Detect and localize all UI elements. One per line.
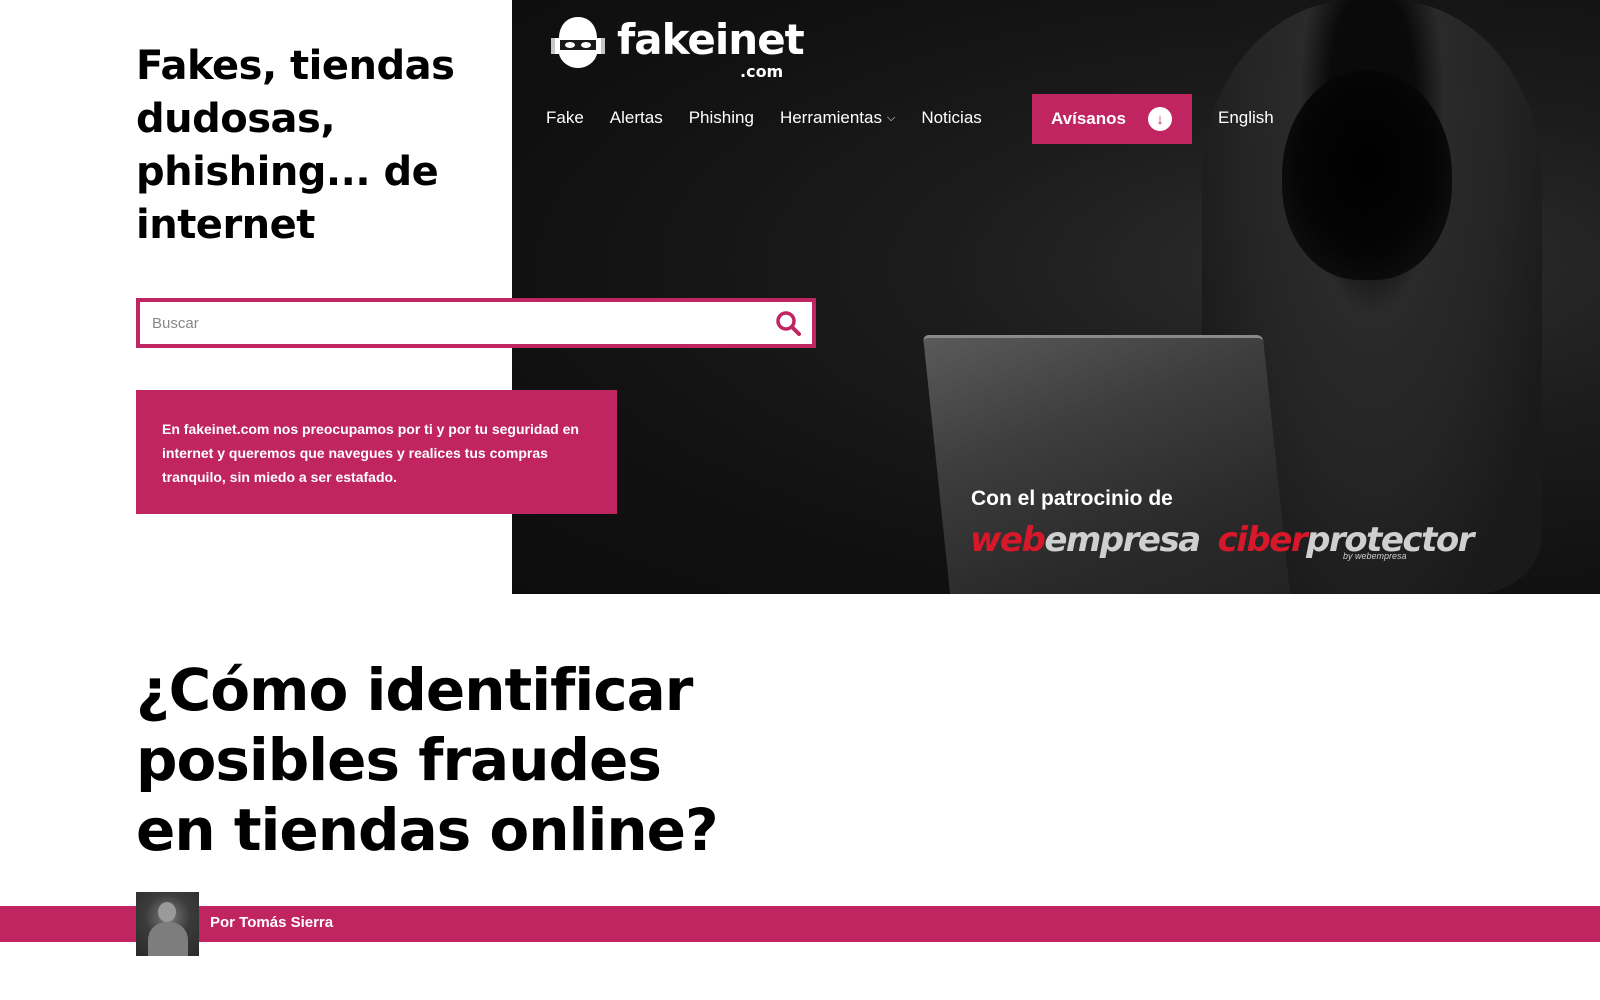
nav-item-fake[interactable]: Fake (546, 108, 584, 128)
webempresa-logo-part1: web (970, 520, 1046, 560)
search-input[interactable] (140, 302, 768, 344)
search-icon[interactable] (768, 303, 808, 343)
nav-item-phishing[interactable]: Phishing (689, 108, 754, 128)
sponsor-title: Con el patrocinio de (971, 487, 1173, 510)
chevron-down-icon: ⌵ (886, 111, 896, 124)
logo-wordmark: fakeinet (617, 15, 805, 64)
nav-item-alertas[interactable]: Alertas (610, 108, 663, 128)
webempresa-logo[interactable]: webempresa (970, 520, 1201, 560)
alert-us-label: Avísanos (1051, 109, 1126, 128)
hero-headline: Fakes, tiendas dudosas, phishing... de i… (136, 43, 455, 248)
intro-box: En fakeinet.com nos preocupamos por ti y… (136, 390, 617, 514)
article-title: ¿Cómo identificar posibles fraudes en ti… (136, 656, 719, 864)
logo-tld: .com (740, 62, 784, 81)
nav-item-label: Alertas (609, 108, 663, 127)
nav-item-noticias[interactable]: Noticias (921, 108, 981, 128)
hooded-face-shadow (1282, 70, 1452, 280)
avatar (136, 892, 199, 956)
webempresa-logo-part2: empresa (1044, 520, 1201, 560)
avatar-head (158, 902, 176, 922)
language-switch[interactable]: English (1218, 108, 1274, 128)
thief-mask-icon (551, 17, 605, 68)
avatar-body (148, 922, 188, 956)
nav-item-herramientas[interactable]: Herramientas ⌵ (780, 108, 895, 128)
arrow-down-circle-icon: ↓ (1148, 107, 1172, 131)
intro-text: En fakeinet.com nos preocupamos por ti y… (162, 421, 579, 485)
nav-item-label: Herramientas (779, 108, 882, 127)
ciberprotector-logo-part1: ciber (1217, 520, 1308, 560)
nav-item-label: Fake (546, 108, 584, 127)
nav-item-label: Phishing (688, 108, 754, 127)
main-nav: Fake Alertas Phishing Herramientas ⌵ Noti… (546, 108, 1008, 128)
site-logo[interactable]: fakeinet .com (545, 14, 805, 81)
ciberprotector-byline: by webempresa (1343, 551, 1407, 561)
nav-item-label: Noticias (921, 108, 982, 127)
alert-us-button[interactable]: Avísanos ↓ (1032, 94, 1192, 144)
author-name[interactable]: Por Tomás Sierra (210, 914, 333, 931)
search-bar (136, 298, 816, 348)
